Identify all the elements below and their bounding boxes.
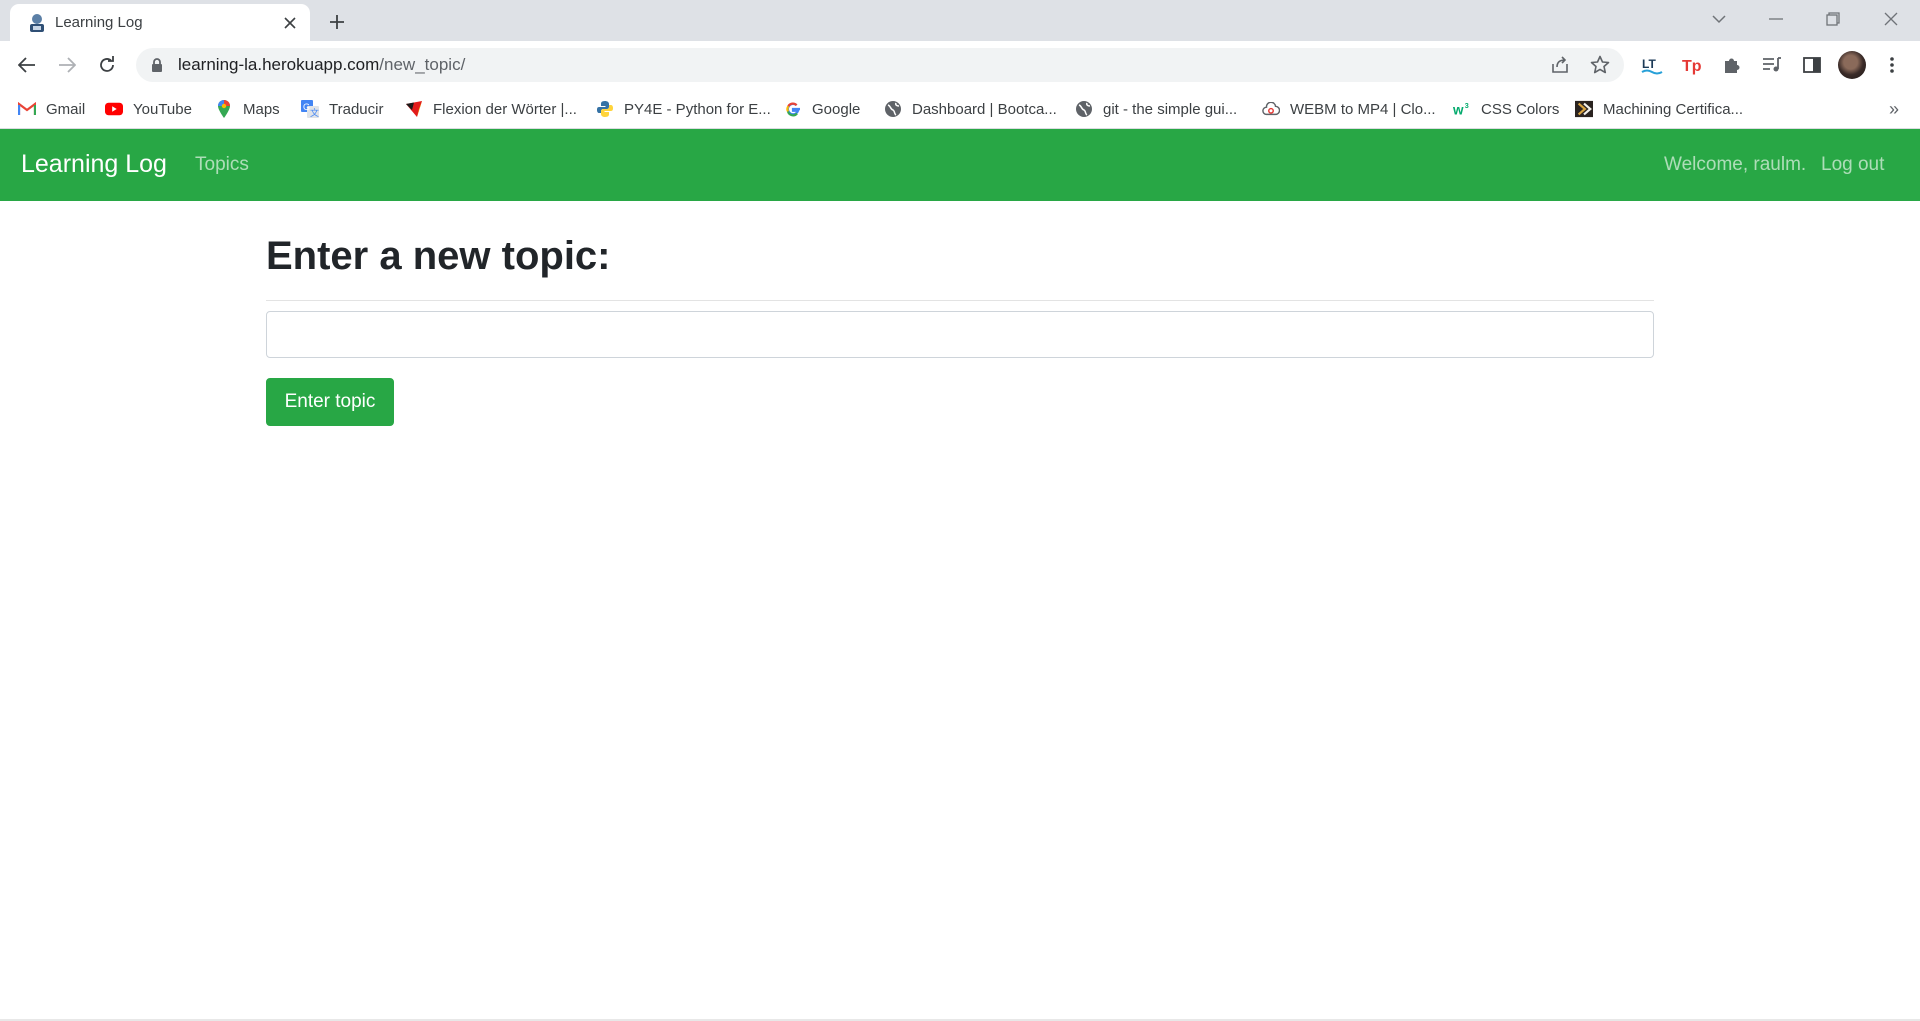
browser-tab-active[interactable]: Learning Log	[10, 4, 310, 41]
machining-icon	[1575, 100, 1593, 118]
more-bookmarks-chevron-icon[interactable]: »	[1882, 97, 1906, 121]
globe-icon	[1075, 100, 1093, 118]
bookmark-label: PY4E - Python for E...	[624, 100, 771, 118]
url-text[interactable]: learning-la.herokuapp.com/new_topic/	[178, 55, 465, 75]
page-title: Enter a new topic:	[266, 234, 611, 278]
svg-text:LT: LT	[1642, 57, 1656, 71]
w3schools-icon: w3	[1453, 100, 1471, 118]
cloudconvert-icon	[1262, 100, 1280, 118]
bookmark-label: Traducir	[329, 100, 384, 118]
title-divider	[266, 300, 1654, 301]
bookmark-label: Dashboard | Bootca...	[912, 100, 1057, 118]
site-navbar: Learning Log Topics Welcome, raulm. Log …	[0, 129, 1920, 201]
bookmark-label: Google	[812, 100, 861, 118]
bookmark-machining[interactable]: Machining Certifica...	[1575, 97, 1743, 121]
minimize-icon[interactable]	[1761, 6, 1791, 32]
learning-log-favicon-icon	[26, 12, 48, 34]
bookmark-flexion[interactable]: Flexion der Wörter |...	[405, 97, 577, 121]
nav-topics-link[interactable]: Topics	[195, 154, 249, 176]
bookmark-webm-to-mp4[interactable]: WEBM to MP4 | Clo...	[1262, 97, 1436, 121]
reload-icon[interactable]	[93, 51, 121, 79]
bookmark-label: WEBM to MP4 | Clo...	[1290, 100, 1436, 118]
languagetool-extension-icon[interactable]: LT	[1638, 51, 1666, 79]
bookmarks-bar: Gmail YouTube Maps G文 Traducir Flexion d…	[0, 89, 1920, 129]
svg-text:w: w	[1453, 102, 1464, 117]
bookmark-css-colors[interactable]: w3 CSS Colors	[1453, 97, 1559, 121]
bookmark-label: CSS Colors	[1481, 100, 1560, 118]
svg-text:3: 3	[1465, 101, 1469, 110]
svg-text:文: 文	[310, 107, 319, 118]
navbar-brand-link[interactable]: Learning Log	[21, 150, 167, 179]
url-path: /new_topic/	[379, 55, 466, 74]
svg-text:G: G	[303, 102, 310, 112]
tab-title: Learning Log	[55, 14, 143, 31]
bookmark-google[interactable]: Google	[784, 97, 860, 121]
python-icon	[596, 100, 614, 118]
bookmark-label: Maps	[243, 100, 280, 118]
bookmark-label: YouTube	[133, 100, 192, 118]
profile-avatar[interactable]	[1838, 51, 1866, 79]
browser-toolbar: learning-la.herokuapp.com/new_topic/ LT …	[0, 41, 1920, 89]
tp-extension-icon[interactable]: Tp	[1678, 51, 1706, 79]
gmail-icon	[18, 100, 36, 118]
globe-icon	[884, 100, 902, 118]
flexion-icon	[405, 100, 423, 118]
forward-arrow-icon[interactable]	[53, 51, 81, 79]
side-panel-icon[interactable]	[1798, 51, 1826, 79]
translate-icon: G文	[301, 100, 319, 118]
kebab-menu-icon[interactable]	[1878, 51, 1906, 79]
bookmark-py4e[interactable]: PY4E - Python for E...	[596, 97, 771, 121]
logout-link[interactable]: Log out	[1821, 154, 1884, 176]
bookmark-label: Flexion der Wörter |...	[433, 100, 577, 118]
welcome-text: Welcome, raulm.	[1664, 154, 1807, 175]
youtube-icon	[105, 100, 123, 118]
tab-close-icon[interactable]	[280, 13, 300, 33]
close-window-icon[interactable]	[1876, 6, 1906, 32]
bookmark-label: Gmail	[46, 100, 86, 118]
extensions-puzzle-icon[interactable]	[1718, 51, 1746, 79]
bookmark-star-icon[interactable]	[1588, 53, 1612, 77]
restore-window-icon[interactable]	[1818, 6, 1848, 32]
topic-text-input[interactable]	[266, 311, 1654, 358]
share-icon[interactable]	[1548, 53, 1572, 77]
bookmark-youtube[interactable]: YouTube	[105, 97, 192, 121]
tab-strip: Learning Log	[0, 0, 1920, 41]
bookmark-maps[interactable]: Maps	[215, 97, 280, 121]
bookmark-traducir[interactable]: G文 Traducir	[301, 97, 383, 121]
media-queue-icon[interactable]	[1758, 51, 1786, 79]
maps-icon	[215, 100, 233, 118]
bookmark-dashboard[interactable]: Dashboard | Bootca...	[884, 97, 1057, 121]
lock-icon[interactable]	[150, 57, 164, 73]
bookmark-gmail[interactable]: Gmail	[18, 97, 85, 121]
bookmark-label: Machining Certifica...	[1603, 100, 1744, 118]
tab-search-chevron-icon[interactable]	[1704, 6, 1734, 32]
enter-topic-button[interactable]: Enter topic	[266, 378, 394, 426]
google-icon	[784, 100, 802, 118]
new-tab-plus-icon[interactable]	[325, 10, 349, 34]
url-host: learning-la.herokuapp.com	[178, 55, 380, 74]
bookmark-label: git - the simple gui...	[1103, 100, 1238, 118]
address-bar[interactable]: learning-la.herokuapp.com/new_topic/	[136, 48, 1624, 82]
back-arrow-icon[interactable]	[13, 51, 41, 79]
web-page: Learning Log Topics Welcome, raulm. Log …	[0, 129, 1920, 1021]
svg-text:Tp: Tp	[1682, 58, 1702, 75]
bookmark-git-guide[interactable]: git - the simple gui...	[1075, 97, 1237, 121]
